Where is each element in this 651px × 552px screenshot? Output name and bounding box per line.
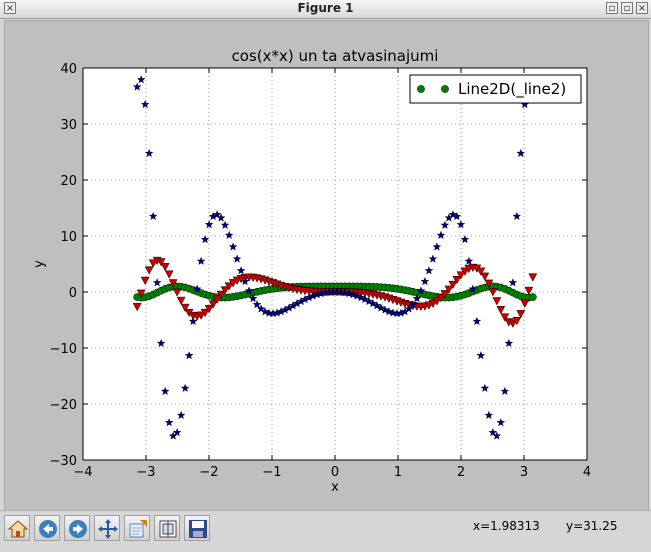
- y-tick-label: 20: [60, 174, 77, 189]
- title-bar: × Figure 1 ▫ ▫ ×: [0, 0, 651, 19]
- minimize-button[interactable]: ▫: [606, 2, 618, 14]
- chart-title: cos(x*x) un ta atvasinajumi: [232, 47, 439, 65]
- figure-canvas[interactable]: −4 −3 −2 −1 0 1 2 3 4 −30 −20 −10 0 10 20 30 40 cos(x*x) …: [4, 20, 649, 512]
- y-tick-label: 10: [60, 230, 77, 245]
- pan-button[interactable]: [94, 515, 120, 541]
- window-title: Figure 1: [297, 1, 354, 15]
- home-icon: [7, 520, 29, 538]
- legend-label: Line2D(_line2): [458, 80, 566, 99]
- y-tick-label: −30: [50, 454, 77, 469]
- x-tick-label: 0: [331, 465, 339, 480]
- close-button[interactable]: ×: [636, 2, 648, 14]
- x-tick-label: 2: [457, 465, 465, 480]
- legend-marker: [441, 85, 449, 93]
- save-button[interactable]: [184, 515, 210, 541]
- maximize-button[interactable]: ▫: [621, 2, 633, 14]
- x-tick-label: 4: [583, 465, 591, 480]
- subplots-button[interactable]: [154, 515, 180, 541]
- y-tick-label: 40: [60, 62, 77, 77]
- x-tick-label: −3: [136, 465, 155, 480]
- save-icon: [189, 520, 207, 538]
- subplots-icon: [159, 520, 177, 538]
- y-tick-label: 0: [69, 286, 77, 301]
- data-point-circle: [528, 293, 537, 301]
- y-tick-label: −10: [50, 342, 77, 357]
- forward-icon: [69, 520, 87, 538]
- x-axis-label: x: [331, 480, 339, 495]
- x-coordinate-readout: x=1.98313: [473, 519, 540, 533]
- zoom-button[interactable]: [124, 515, 150, 541]
- legend-marker: [417, 85, 425, 93]
- home-button[interactable]: [4, 515, 30, 541]
- y-tick-label: −20: [50, 398, 77, 413]
- x-tick-label: −1: [262, 465, 281, 480]
- x-tick-label: 1: [394, 465, 402, 480]
- y-coordinate-readout: y=31.25: [566, 519, 618, 533]
- zoom-icon: [129, 520, 147, 538]
- figure-window: × Figure 1 ▫ ▫ × −4 −3 −2 −1 0 1 2 3 4 −30 −20 −10 0…: [0, 0, 651, 552]
- pan-icon: [98, 519, 118, 539]
- y-tick-label: 30: [60, 118, 77, 133]
- navigation-toolbar: x=1.98313 y=31.25: [0, 510, 651, 552]
- x-tick-label: −2: [199, 465, 218, 480]
- y-axis-label: y: [32, 260, 47, 268]
- forward-button[interactable]: [64, 515, 90, 541]
- chart-svg: −4 −3 −2 −1 0 1 2 3 4−30−20−10010203040cos(x*x) …: [32, 47, 591, 495]
- back-button[interactable]: [34, 515, 60, 541]
- back-icon: [39, 520, 57, 538]
- x-tick-label: 3: [520, 465, 528, 480]
